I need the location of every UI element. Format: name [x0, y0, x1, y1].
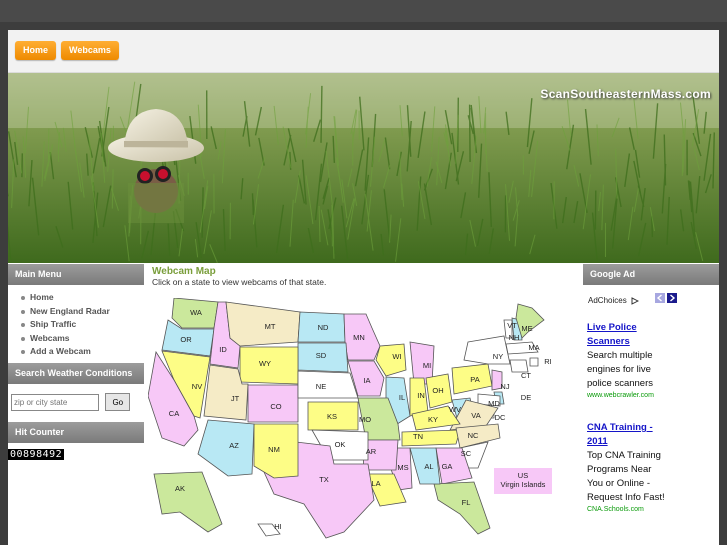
- hit-counter-header: Hit Counter: [8, 421, 144, 443]
- state-mn[interactable]: [343, 313, 381, 361]
- state-label-de: DE: [521, 393, 531, 402]
- state-ri[interactable]: [529, 357, 539, 367]
- ad-next-icon[interactable]: [667, 293, 678, 303]
- bullet-icon: [21, 296, 25, 300]
- menu-item-ship-traffic[interactable]: Ship Traffic: [8, 318, 144, 332]
- page-title: Webcam Map: [152, 266, 216, 277]
- menu-item-label: Add a Webcam: [30, 346, 91, 357]
- state-fl[interactable]: [433, 481, 491, 535]
- territory-virgin-islands[interactable]: [494, 468, 552, 494]
- state-co[interactable]: [247, 384, 299, 423]
- ad-title-link[interactable]: Live Police Scanners: [587, 321, 711, 349]
- state-ak[interactable]: [153, 471, 223, 533]
- hit-counter-value: 00898492: [8, 448, 65, 460]
- state-me[interactable]: [515, 303, 545, 339]
- nav-webcams-button[interactable]: Webcams: [61, 41, 119, 60]
- state-label-ri: RI: [544, 357, 552, 366]
- adchoices-label: AdChoices: [588, 296, 627, 305]
- webcam-us-map: WA OR ID MT ND MN WI MI SD WY NV CA JT CO NE IA IL IN OH PA…: [147, 297, 582, 545]
- ad-unit: Live Police Scanners Search multiple engin…: [583, 321, 719, 401]
- menu-item-webcams[interactable]: Webcams: [8, 332, 144, 346]
- adchoices-row[interactable]: AdChoices: [583, 285, 719, 305]
- menu-item-home[interactable]: Home: [8, 291, 144, 305]
- main-menu: Home New England Radar Ship Traffic Webc…: [8, 285, 144, 363]
- state-ct[interactable]: [509, 359, 529, 373]
- ad-body: Top CNA Training Programs Near You or Onli…: [587, 450, 665, 503]
- state-ne[interactable]: [297, 370, 359, 399]
- state-pa[interactable]: [451, 363, 493, 395]
- left-sidebar: Main Menu Home New England Radar Ship Tr…: [8, 264, 144, 545]
- site-title: ScanSoutheasternMass.com: [540, 87, 711, 101]
- top-strip: [0, 0, 727, 22]
- state-mt[interactable]: [225, 301, 301, 347]
- ad-nav: [655, 293, 678, 305]
- state-az[interactable]: [197, 419, 255, 477]
- ad-unit: CNA Training -2011 Top CNA Training Progr…: [583, 421, 719, 515]
- page: Home Webcams ScanSoutheasternMass.com Ma…: [8, 30, 719, 545]
- state-wa[interactable]: [171, 297, 219, 329]
- bullet-icon: [21, 336, 25, 341]
- state-vt[interactable]: [503, 319, 513, 339]
- state-ks[interactable]: [307, 401, 359, 431]
- state-wy[interactable]: [239, 346, 299, 385]
- adchoices-icon: [631, 297, 639, 305]
- main-content: Webcam Map Click on a state to view webc…: [147, 264, 582, 545]
- ad-title-link[interactable]: CNA Training -2011: [587, 421, 711, 449]
- state-label-dc: DC: [495, 413, 506, 422]
- weather-search-input[interactable]: [11, 393, 99, 411]
- weather-search-header: Search Weather Conditions: [8, 362, 144, 384]
- menu-item-new-england-radar[interactable]: New England Radar: [8, 305, 144, 319]
- state-ma[interactable]: [505, 341, 539, 355]
- menu-item-label: New England Radar: [30, 305, 110, 316]
- ad-body: Search multiple engines for live police sc…: [587, 350, 654, 389]
- state-oh[interactable]: [425, 373, 453, 409]
- menu-item-label: Home: [30, 292, 54, 302]
- ad-url-link[interactable]: www.webcrawler.com: [587, 391, 711, 401]
- go-button[interactable]: Go: [105, 393, 131, 412]
- menu-item-label: Ship Traffic: [30, 319, 77, 330]
- state-al[interactable]: [409, 447, 441, 485]
- ad-url-link[interactable]: CNA.Schools.com: [587, 505, 711, 515]
- bullet-icon: [21, 350, 25, 355]
- us-map-svg: WAORIDMT NDMNWIMISDWYNVCAJTCONEIAIL INOHPA…: [147, 297, 552, 539]
- state-tn[interactable]: [401, 429, 461, 447]
- top-nav: Home Webcams: [8, 30, 719, 73]
- weather-search-form: Go: [8, 384, 144, 420]
- state-hi[interactable]: [257, 523, 281, 537]
- state-ny[interactable]: [463, 335, 511, 365]
- state-wi[interactable]: [375, 343, 407, 377]
- page-subtitle: Click on a state to view webcams of that…: [152, 277, 327, 287]
- state-nd[interactable]: [297, 311, 346, 343]
- menu-item-add-webcam[interactable]: Add a Webcam: [8, 345, 144, 359]
- state-sd[interactable]: [297, 342, 349, 373]
- grass-explorer-image: [8, 73, 719, 263]
- main-menu-header: Main Menu: [8, 264, 144, 285]
- ad-prev-icon[interactable]: [655, 293, 666, 303]
- bullet-icon: [21, 309, 25, 314]
- google-ad-header: Google Ad: [583, 264, 719, 285]
- bullet-icon: [21, 323, 25, 328]
- state-nj[interactable]: [491, 369, 503, 391]
- right-sidebar: Google Ad AdChoices Live Police Scanners …: [583, 264, 719, 545]
- menu-item-label: Webcams: [30, 332, 70, 343]
- nav-home-button[interactable]: Home: [15, 41, 57, 60]
- state-nm[interactable]: [253, 423, 299, 479]
- header-banner: ScanSoutheasternMass.com: [8, 73, 719, 263]
